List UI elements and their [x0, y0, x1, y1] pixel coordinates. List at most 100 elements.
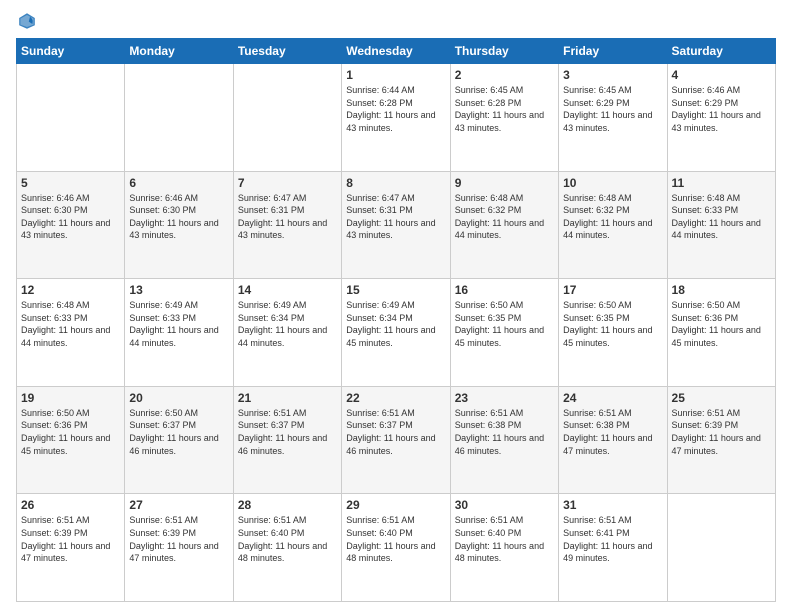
day-info: Sunrise: 6:51 AM Sunset: 6:41 PM Dayligh…	[563, 514, 662, 564]
day-number: 31	[563, 498, 662, 512]
calendar-header-row: SundayMondayTuesdayWednesdayThursdayFrid…	[17, 39, 776, 64]
day-number: 24	[563, 391, 662, 405]
calendar-cell: 14 Sunrise: 6:49 AM Sunset: 6:34 PM Dayli…	[233, 279, 341, 387]
day-number: 30	[455, 498, 554, 512]
day-number: 26	[21, 498, 120, 512]
page: SundayMondayTuesdayWednesdayThursdayFrid…	[0, 0, 792, 612]
day-number: 14	[238, 283, 337, 297]
day-header-wednesday: Wednesday	[342, 39, 450, 64]
calendar-cell: 30Sunrise: 6:51 AM Sunset: 6:40 PM Dayli…	[450, 494, 558, 602]
day-header-saturday: Saturday	[667, 39, 775, 64]
day-number: 21	[238, 391, 337, 405]
day-info: Sunrise: 6:51 AM Sunset: 6:39 PM Dayligh…	[129, 514, 228, 564]
day-info: Sunrise: 6:50 AM Sunset: 6:36 PM Dayligh…	[21, 407, 120, 457]
day-info: Sunrise: 6:49 AM Sunset: 6:34 PM Dayligh…	[238, 299, 337, 349]
day-info: Sunrise: 6:51 AM Sunset: 6:37 PM Dayligh…	[346, 407, 445, 457]
calendar-cell	[17, 64, 125, 172]
calendar-cell: 22 Sunrise: 6:51 AM Sunset: 6:37 PM Dayli…	[342, 386, 450, 494]
day-info: Sunrise: 6:47 AM Sunset: 6:31 PM Dayligh…	[346, 192, 445, 242]
day-info: Sunrise: 6:51 AM Sunset: 6:37 PM Dayligh…	[238, 407, 337, 457]
calendar-cell: 5 Sunrise: 6:46 AM Sunset: 6:30 PM Daylig…	[17, 171, 125, 279]
day-info: Sunrise: 6:49 AM Sunset: 6:33 PM Dayligh…	[129, 299, 228, 349]
day-info: Sunrise: 6:48 AM Sunset: 6:32 PM Dayligh…	[563, 192, 662, 242]
calendar-week-row: 5 Sunrise: 6:46 AM Sunset: 6:30 PM Daylig…	[17, 171, 776, 279]
calendar-cell	[233, 64, 341, 172]
day-info: Sunrise: 6:50 AM Sunset: 6:37 PM Dayligh…	[129, 407, 228, 457]
day-header-monday: Monday	[125, 39, 233, 64]
calendar-cell: 4 Sunrise: 6:46 AM Sunset: 6:29 PM Daylig…	[667, 64, 775, 172]
day-number: 4	[672, 68, 771, 82]
calendar-week-row: 19 Sunrise: 6:50 AM Sunset: 6:36 PM Dayli…	[17, 386, 776, 494]
calendar-cell: 19 Sunrise: 6:50 AM Sunset: 6:36 PM Dayli…	[17, 386, 125, 494]
calendar-cell: 28 Sunrise: 6:51 AM Sunset: 6:40 PM Dayli…	[233, 494, 341, 602]
header	[16, 12, 776, 30]
calendar-cell: 9 Sunrise: 6:48 AM Sunset: 6:32 PM Daylig…	[450, 171, 558, 279]
calendar-cell: 24 Sunrise: 6:51 AM Sunset: 6:38 PM Dayli…	[559, 386, 667, 494]
day-info: Sunrise: 6:51 AM Sunset: 6:40 PM Dayligh…	[346, 514, 445, 564]
day-info: Sunrise: 6:51 AM Sunset: 6:38 PM Dayligh…	[455, 407, 554, 457]
calendar-table: SundayMondayTuesdayWednesdayThursdayFrid…	[16, 38, 776, 602]
day-info: Sunrise: 6:51 AM Sunset: 6:40 PM Dayligh…	[238, 514, 337, 564]
day-info: Sunrise: 6:48 AM Sunset: 6:32 PM Dayligh…	[455, 192, 554, 242]
day-number: 3	[563, 68, 662, 82]
day-number: 18	[672, 283, 771, 297]
day-info: Sunrise: 6:48 AM Sunset: 6:33 PM Dayligh…	[21, 299, 120, 349]
calendar-cell	[667, 494, 775, 602]
day-info: Sunrise: 6:45 AM Sunset: 6:29 PM Dayligh…	[563, 84, 662, 134]
day-number: 17	[563, 283, 662, 297]
calendar-cell: 17 Sunrise: 6:50 AM Sunset: 6:35 PM Dayli…	[559, 279, 667, 387]
day-number: 12	[21, 283, 120, 297]
calendar-cell: 26Sunrise: 6:51 AM Sunset: 6:39 PM Dayli…	[17, 494, 125, 602]
day-header-friday: Friday	[559, 39, 667, 64]
day-number: 16	[455, 283, 554, 297]
calendar-week-row: 1Sunrise: 6:44 AM Sunset: 6:28 PM Daylig…	[17, 64, 776, 172]
day-number: 8	[346, 176, 445, 190]
day-info: Sunrise: 6:46 AM Sunset: 6:30 PM Dayligh…	[21, 192, 120, 242]
day-header-sunday: Sunday	[17, 39, 125, 64]
day-number: 13	[129, 283, 228, 297]
calendar-cell: 16 Sunrise: 6:50 AM Sunset: 6:35 PM Dayli…	[450, 279, 558, 387]
day-info: Sunrise: 6:48 AM Sunset: 6:33 PM Dayligh…	[672, 192, 771, 242]
day-info: Sunrise: 6:51 AM Sunset: 6:38 PM Dayligh…	[563, 407, 662, 457]
logo-icon	[18, 12, 36, 30]
day-number: 9	[455, 176, 554, 190]
day-info: Sunrise: 6:50 AM Sunset: 6:36 PM Dayligh…	[672, 299, 771, 349]
calendar-cell: 3 Sunrise: 6:45 AM Sunset: 6:29 PM Daylig…	[559, 64, 667, 172]
day-number: 15	[346, 283, 445, 297]
calendar-week-row: 26 Sunrise: 6:51 AM Sunset: 6:39 PM Dayli…	[17, 494, 776, 602]
day-header-thursday: Thursday	[450, 39, 558, 64]
calendar-week-row: 12 Sunrise: 6:48 AM Sunset: 6:33 PM Dayli…	[17, 279, 776, 387]
day-info: Sunrise: 6:50 AM Sunset: 6:35 PM Dayligh…	[455, 299, 554, 349]
day-number: 5	[21, 176, 120, 190]
logo	[16, 12, 38, 30]
day-number: 27	[129, 498, 228, 512]
day-info: Sunrise: 6:51 AM Sunset: 6:39 PM Dayligh…	[672, 407, 771, 457]
day-number: 10	[563, 176, 662, 190]
calendar-cell: 12 Sunrise: 6:48 AM Sunset: 6:33 PM Dayli…	[17, 279, 125, 387]
calendar-cell: 10 Sunrise: 6:48 AM Sunset: 6:32 PM Dayli…	[559, 171, 667, 279]
day-number: 2	[455, 68, 554, 82]
day-number: 29	[346, 498, 445, 512]
day-number: 28	[238, 498, 337, 512]
day-info: Sunrise: 6:46 AM Sunset: 6:30 PM Dayligh…	[129, 192, 228, 242]
calendar-cell: 21 Sunrise: 6:51 AM Sunset: 6:37 PM Dayli…	[233, 386, 341, 494]
day-info: Sunrise: 6:46 AM Sunset: 6:29 PM Dayligh…	[672, 84, 771, 134]
calendar-cell: 6Sunrise: 6:46 AM Sunset: 6:30 PM Daylig…	[125, 171, 233, 279]
calendar-cell: 29 Sunrise: 6:51 AM Sunset: 6:40 PM Dayli…	[342, 494, 450, 602]
day-number: 7	[238, 176, 337, 190]
calendar-cell: 7Sunrise: 6:47 AM Sunset: 6:31 PM Daylig…	[233, 171, 341, 279]
day-number: 19	[21, 391, 120, 405]
day-number: 20	[129, 391, 228, 405]
day-header-tuesday: Tuesday	[233, 39, 341, 64]
day-number: 11	[672, 176, 771, 190]
day-info: Sunrise: 6:49 AM Sunset: 6:34 PM Dayligh…	[346, 299, 445, 349]
calendar-cell: 15 Sunrise: 6:49 AM Sunset: 6:34 PM Dayli…	[342, 279, 450, 387]
calendar-cell: 25Sunrise: 6:51 AM Sunset: 6:39 PM Dayli…	[667, 386, 775, 494]
calendar-cell: 13 Sunrise: 6:49 AM Sunset: 6:33 PM Dayli…	[125, 279, 233, 387]
day-info: Sunrise: 6:50 AM Sunset: 6:35 PM Dayligh…	[563, 299, 662, 349]
calendar-cell: 1Sunrise: 6:44 AM Sunset: 6:28 PM Daylig…	[342, 64, 450, 172]
day-number: 1	[346, 68, 445, 82]
day-number: 22	[346, 391, 445, 405]
calendar-cell: 2 Sunrise: 6:45 AM Sunset: 6:28 PM Daylig…	[450, 64, 558, 172]
day-info: Sunrise: 6:45 AM Sunset: 6:28 PM Dayligh…	[455, 84, 554, 134]
